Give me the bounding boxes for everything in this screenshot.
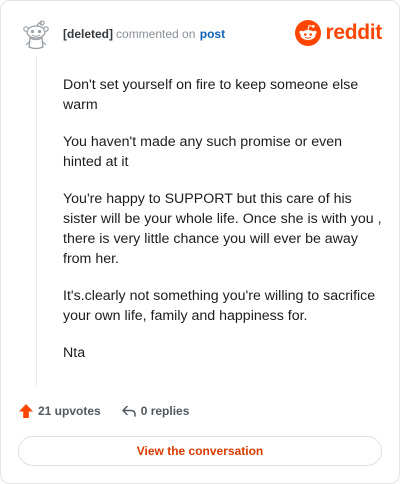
comment-paragraph: Nta bbox=[63, 345, 86, 361]
comment-paragraph: You're happy to SUPPORT but this care of… bbox=[63, 191, 382, 267]
reply-arrow-icon bbox=[121, 405, 136, 417]
reddit-logo-icon bbox=[295, 20, 322, 46]
thread-line bbox=[36, 57, 37, 387]
comment-header: [deleted] commented on post bbox=[63, 26, 225, 42]
comment-paragraph: It's.clearly not something you're willin… bbox=[63, 288, 376, 324]
replies-count: 0 replies bbox=[140, 404, 190, 418]
reddit-brand[interactable]: reddit bbox=[295, 19, 382, 47]
comment-body: Don't set yourself on fire to keep someo… bbox=[63, 75, 383, 380]
view-conversation-button[interactable]: View the conversation bbox=[18, 436, 382, 466]
post-link[interactable]: post bbox=[200, 27, 225, 41]
comment-paragraph: Don't set yourself on fire to keep someo… bbox=[63, 77, 359, 113]
action-text: commented on bbox=[116, 27, 196, 41]
upvote-arrow-icon bbox=[19, 404, 33, 418]
upvotes-count: 21 upvotes bbox=[38, 404, 101, 418]
comment-actions: 21 upvotes 0 replies bbox=[18, 401, 189, 421]
comment-paragraph: You haven't made any such promise or eve… bbox=[63, 134, 343, 170]
replies-button[interactable]: 0 replies bbox=[121, 403, 190, 419]
brand-wordmark: reddit bbox=[325, 21, 382, 44]
upvote-button[interactable]: 21 upvotes bbox=[18, 403, 101, 419]
author-name[interactable]: [deleted] bbox=[63, 27, 113, 41]
snoo-avatar-icon[interactable] bbox=[21, 19, 51, 51]
comment-embed-card: [deleted] commented on post reddit Don't … bbox=[0, 0, 400, 484]
